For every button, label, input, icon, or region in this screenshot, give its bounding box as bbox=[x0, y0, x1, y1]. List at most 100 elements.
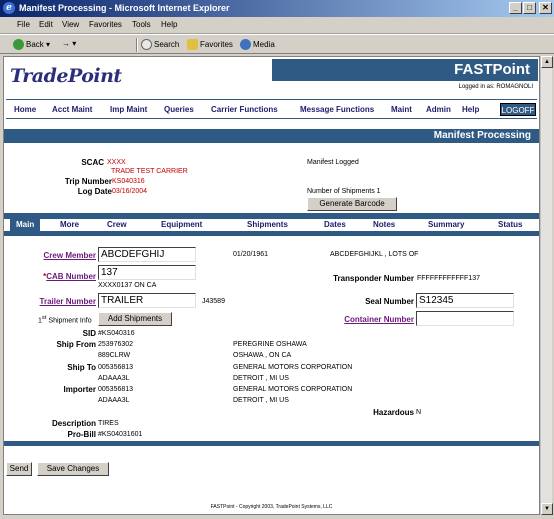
importer-id: 005356813 bbox=[98, 386, 134, 393]
media-label: Media bbox=[253, 40, 275, 49]
log-date-value: 03/16/2004 bbox=[112, 188, 148, 195]
tab-equipment[interactable]: Equipment bbox=[161, 219, 202, 231]
scac-label: SCAC bbox=[81, 158, 104, 167]
ship-to-code: ADAAA3L bbox=[98, 375, 130, 382]
menu-edit[interactable]: Edit bbox=[39, 20, 53, 29]
close-button[interactable]: ✕ bbox=[539, 2, 552, 14]
minimize-button[interactable]: _ bbox=[509, 2, 522, 14]
bottom-divider-bar bbox=[4, 441, 539, 446]
shipment-info-text: Shipment Info bbox=[48, 317, 92, 325]
tradepoint-logo: TradePoint bbox=[10, 65, 122, 87]
ship-to-label: Ship To bbox=[67, 363, 96, 372]
hazardous-value: N bbox=[416, 409, 422, 416]
sid-label: SID bbox=[82, 329, 96, 338]
menu-bar: File Edit View Favorites Tools Help bbox=[0, 17, 554, 34]
vertical-scrollbar[interactable]: ▲ ▼ bbox=[540, 56, 553, 515]
add-shipments-button[interactable]: Add Shipments bbox=[98, 312, 172, 326]
trailer-number-link[interactable]: Trailer Number bbox=[24, 297, 96, 306]
media-button[interactable]: Media bbox=[240, 39, 275, 50]
scroll-up-arrow-icon[interactable]: ▲ bbox=[541, 56, 553, 68]
shipment-index-suffix: st bbox=[41, 315, 47, 321]
search-button[interactable]: Search bbox=[141, 39, 179, 50]
log-date-label: Log Date bbox=[77, 187, 112, 196]
menu-favorites[interactable]: Favorites bbox=[89, 20, 122, 29]
ship-to-id: 005356813 bbox=[98, 364, 134, 371]
ship-to-name: GENERAL MOTORS CORPORATION bbox=[233, 364, 353, 371]
internet-explorer-icon: e bbox=[3, 2, 15, 14]
nav-home[interactable]: Home bbox=[14, 105, 36, 114]
nav-maint[interactable]: Maint bbox=[391, 105, 412, 114]
ship-from-name: PEREGRINE OSHAWA bbox=[233, 341, 307, 348]
trip-number-value: KS040316 bbox=[112, 178, 145, 185]
trip-number-label: Trip Number bbox=[64, 177, 112, 186]
shipment-info-label: 1st Shipment Info bbox=[38, 315, 92, 324]
back-button[interactable]: Back ▾ bbox=[13, 39, 50, 50]
ship-from-label: Ship From bbox=[56, 340, 96, 349]
toolbar-separator bbox=[136, 38, 138, 52]
importer-code: ADAAA3L bbox=[98, 397, 130, 404]
footer-copyright: FASTPoint - Copyright 2003, TradePoint S… bbox=[210, 504, 333, 510]
search-icon bbox=[141, 39, 152, 50]
tab-notes[interactable]: Notes bbox=[373, 219, 395, 231]
trailer-code: J43589 bbox=[202, 298, 225, 305]
crew-member-input[interactable]: ABCDEFGHIJ bbox=[98, 247, 196, 262]
generate-barcode-button[interactable]: Generate Barcode bbox=[307, 197, 397, 211]
tab-crew[interactable]: Crew bbox=[107, 219, 127, 231]
forward-arrow-icon: → bbox=[62, 39, 70, 48]
back-label: Back bbox=[26, 40, 44, 49]
container-number-input[interactable] bbox=[416, 311, 514, 326]
scroll-down-arrow-icon[interactable]: ▼ bbox=[541, 503, 553, 515]
tab-shipments[interactable]: Shipments bbox=[247, 219, 288, 231]
section-title: Manifest Processing bbox=[4, 129, 539, 143]
nav-admin[interactable]: Admin bbox=[426, 105, 451, 114]
cab-number-link[interactable]: CAB Number bbox=[46, 272, 96, 281]
nav-acct-maint[interactable]: Acct Maint bbox=[52, 105, 92, 114]
favorites-label: Favorites bbox=[200, 40, 233, 49]
tab-dates[interactable]: Dates bbox=[324, 219, 346, 231]
crew-name: ABCDEFGHIJKL , LOTS OF bbox=[330, 251, 419, 258]
nav-message-functions[interactable]: Message Functions bbox=[300, 105, 374, 114]
menu-help[interactable]: Help bbox=[161, 20, 177, 29]
fastpoint-banner: FASTPoint bbox=[272, 59, 538, 81]
menu-view[interactable]: View bbox=[62, 20, 79, 29]
tab-summary[interactable]: Summary bbox=[428, 219, 464, 231]
logoff-button[interactable]: LOGOFF bbox=[500, 103, 536, 116]
tab-underline-bar bbox=[4, 231, 539, 236]
tab-bar: Main More Crew Equipment Shipments Dates… bbox=[4, 218, 539, 231]
maximize-button[interactable]: □ bbox=[523, 2, 536, 14]
tab-more[interactable]: More bbox=[60, 219, 79, 231]
back-arrow-icon bbox=[13, 39, 24, 50]
ship-from-code: 889CLRW bbox=[98, 352, 131, 359]
send-button[interactable]: Send bbox=[6, 462, 32, 476]
favorites-button[interactable]: Favorites bbox=[187, 39, 233, 50]
nav-imp-maint[interactable]: Imp Maint bbox=[110, 105, 147, 114]
tab-main[interactable]: Main bbox=[10, 219, 41, 231]
ship-to-city: DETROIT , MI US bbox=[233, 375, 289, 382]
save-changes-button[interactable]: Save Changes bbox=[37, 462, 109, 476]
nav-queries[interactable]: Queries bbox=[164, 105, 194, 114]
crew-member-link[interactable]: Crew Member bbox=[24, 251, 96, 260]
page-viewport: TradePoint FASTPoint Logged in as: ROMAG… bbox=[3, 56, 540, 515]
hazardous-label: Hazardous bbox=[373, 408, 414, 417]
cab-number-input[interactable]: 137 bbox=[98, 265, 196, 280]
window-title: Manifest Processing - Microsoft Internet… bbox=[19, 3, 230, 13]
probill-label: Pro-Bill bbox=[67, 430, 96, 439]
menu-tools[interactable]: Tools bbox=[132, 20, 151, 29]
importer-label: Importer bbox=[63, 385, 96, 394]
crew-dob: 01/20/1961 bbox=[233, 251, 269, 258]
cab-description: XXXX0137 ON CA bbox=[98, 282, 157, 289]
description-label: Description bbox=[51, 419, 96, 428]
forward-button[interactable]: → ▾ bbox=[62, 39, 76, 48]
seal-number-label: Seal Number bbox=[365, 297, 414, 306]
sid-value: #KS040316 bbox=[98, 330, 135, 337]
menu-file[interactable]: File bbox=[17, 20, 30, 29]
container-number-link[interactable]: Container Number bbox=[324, 315, 414, 324]
trailer-number-input[interactable]: TRAILER bbox=[98, 293, 196, 308]
window-titlebar: e Manifest Processing - Microsoft Intern… bbox=[0, 0, 554, 17]
nav-help[interactable]: Help bbox=[462, 105, 479, 114]
importer-city: DETROIT , MI US bbox=[233, 397, 289, 404]
nav-carrier-functions[interactable]: Carrier Functions bbox=[211, 105, 278, 114]
seal-number-input[interactable]: S12345 bbox=[416, 293, 514, 308]
tab-status[interactable]: Status bbox=[498, 219, 522, 231]
shipment-count: Number of Shipments 1 bbox=[307, 188, 381, 195]
